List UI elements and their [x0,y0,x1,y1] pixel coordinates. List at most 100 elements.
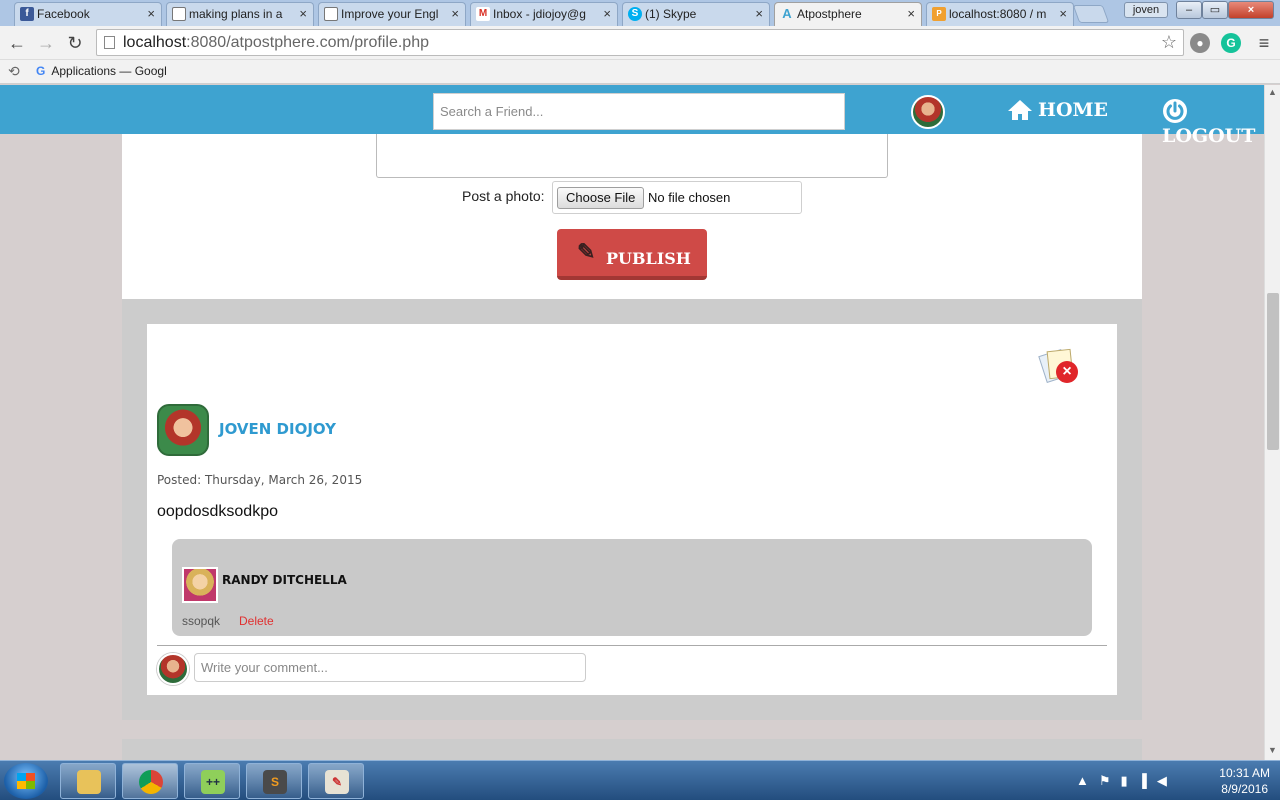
chrome-icon [139,770,163,794]
taskbar-sublime[interactable]: S [246,763,302,799]
commenter-avatar[interactable] [182,567,218,603]
tab-label: (1) Skype [645,7,697,21]
maximize-button[interactable]: ▭ [1202,1,1228,19]
address-bar[interactable]: localhost:8080/atpostphere.com/profile.p… [96,29,1184,56]
tab-phpmyadmin[interactable]: P localhost:8080 / m × [926,2,1074,26]
post-composer: Post a photo: Choose File No file chosen… [122,134,1142,299]
quill-icon: ✎ [577,239,596,265]
header-avatar[interactable] [911,95,945,129]
logout-label: LOGOUT [1162,125,1256,147]
post-textarea[interactable] [376,134,888,178]
choose-file-button[interactable]: Choose File [557,187,645,209]
paint-icon: ✎ [325,770,349,794]
scroll-down-icon[interactable]: ▼ [1268,745,1277,755]
tab-label: Inbox - jdiojoy@g [493,7,586,21]
comment-item: RANDY DITCHELLA ssopqk Delete [172,539,1092,636]
logout-link[interactable]: LOGOUT [1162,98,1264,148]
post-author-name[interactable]: JOVEN DIOJOY [219,420,336,438]
browser-user-badge[interactable]: joven [1124,2,1168,18]
forward-icon[interactable]: → [34,31,58,55]
delete-post-icon[interactable]: × [1038,348,1080,386]
page-icon [172,7,186,21]
next-post-card [122,739,1142,760]
page-scrollbar[interactable]: ▲ ▼ [1264,85,1280,760]
post-text: oopdosdksodkpo [157,503,278,520]
tab-skype[interactable]: S (1) Skype × [622,2,770,26]
tab-label: Atpostphere [797,7,862,21]
tab-close-icon[interactable]: × [1059,3,1067,25]
start-button[interactable] [4,763,48,799]
tab-close-icon[interactable]: × [907,3,915,25]
grammarly-icon[interactable]: G [1221,33,1241,53]
phpmyadmin-icon: P [932,7,946,21]
system-tray-icons[interactable]: ▲⚑▮▐◀ [1076,773,1177,789]
bookmarks-bar: ⟲ G Applications — Googl [0,60,1280,84]
file-input[interactable]: Choose File No file chosen [552,181,802,214]
back-icon[interactable]: ← [5,31,29,55]
page-icon [324,7,338,21]
tab-close-icon[interactable]: × [299,3,307,25]
home-icon [1008,100,1032,120]
history-icon[interactable]: ⟲ [8,60,20,82]
url-path: :8080/atpostphere.com/profile.php [186,34,429,51]
tab-label: Facebook [37,7,90,21]
tab-close-icon[interactable]: × [755,3,763,25]
tab-close-icon[interactable]: × [451,3,459,25]
url-host: localhost [123,34,187,51]
taskbar-paint[interactable]: ✎ [308,763,364,799]
tab-close-icon[interactable]: × [147,3,155,25]
site-header: HOME LOGOUT [0,85,1264,147]
taskbar-notepadpp[interactable]: ++ [184,763,240,799]
window-close-button[interactable]: × [1228,1,1274,19]
reload-icon[interactable]: ↻ [63,31,87,55]
publish-button[interactable]: ✎ PUBLISH [557,229,707,280]
extension-icon[interactable]: ● [1190,33,1210,53]
new-tab-button[interactable] [1072,5,1110,23]
tab-label: localhost:8080 / m [949,7,1047,21]
delete-comment-link[interactable]: Delete [239,614,274,628]
browser-tab-bar: f Facebook × making plans in a × Improve… [0,0,1280,26]
google-icon: G [36,64,46,78]
tab-label: making plans in a [189,7,283,21]
folder-icon [77,770,101,794]
divider [157,645,1107,646]
facebook-icon: f [20,7,34,21]
gmail-icon: M [476,7,490,21]
clock-time: 10:31 AM [1219,766,1270,780]
author-avatar[interactable] [157,404,209,456]
scrollbar-thumb[interactable] [1267,293,1279,450]
post-feed: × JOVEN DIOJOY Posted: Thursday, March 2… [122,299,1142,720]
sublime-text-icon: S [263,770,287,794]
bookmark-applications[interactable]: G Applications — Googl [36,60,167,82]
current-user-avatar [157,653,189,685]
commenter-name[interactable]: RANDY DITCHELLA [222,573,347,587]
tab-close-icon[interactable]: × [603,3,611,25]
tab-gmail-inbox[interactable]: M Inbox - jdiojoy@g × [470,2,618,26]
browser-toolbar: ← → ↻ localhost:8080/atpostphere.com/pro… [0,26,1280,60]
no-file-text: No file chosen [648,190,731,205]
tab-label: Improve your Engl [341,7,439,21]
minimize-button[interactable]: – [1176,1,1202,19]
comment-input[interactable] [194,653,586,682]
menu-icon[interactable]: ≡ [1252,31,1276,55]
bookmark-star-icon[interactable]: ☆ [1161,30,1177,55]
taskbar-explorer[interactable] [60,763,116,799]
home-link[interactable]: HOME [1006,98,1108,122]
tab-making-plans[interactable]: making plans in a × [166,2,314,26]
taskbar-chrome[interactable] [122,763,178,799]
scroll-up-icon[interactable]: ▲ [1268,87,1277,97]
post-photo-label: Post a photo: [462,188,545,204]
clock[interactable]: 10:31 AM 8/9/2016 [1219,765,1270,797]
page-icon [104,36,115,49]
notepad-plus-icon: ++ [201,770,225,794]
tab-facebook[interactable]: f Facebook × [14,2,162,26]
post-date: Posted: Thursday, March 26, 2015 [157,473,363,487]
tab-atpostphere[interactable]: A Atpostphere × [774,2,922,26]
tab-improve-english[interactable]: Improve your Engl × [318,2,466,26]
clock-date: 8/9/2016 [1221,782,1268,796]
post-card: × JOVEN DIOJOY Posted: Thursday, March 2… [147,324,1117,695]
comment-text: ssopqk [182,614,221,628]
search-friend-input[interactable] [433,93,845,130]
skype-icon: S [628,7,642,21]
publish-label: PUBLISH [606,249,691,268]
